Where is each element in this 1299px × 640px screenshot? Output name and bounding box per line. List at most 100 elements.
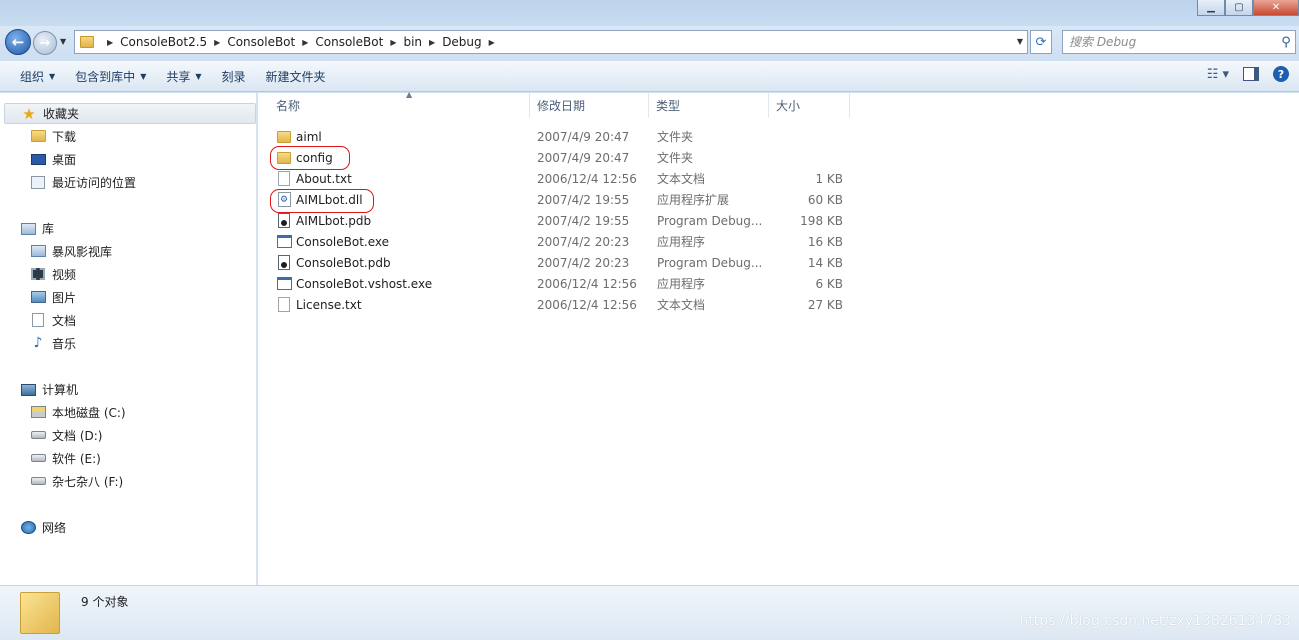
help-icon[interactable]: ? bbox=[1273, 66, 1289, 82]
item-count: 9 个对象 bbox=[81, 595, 129, 609]
arrow-left-icon: ← bbox=[11, 33, 25, 51]
chevron-right-icon[interactable]: ▶ bbox=[107, 38, 113, 47]
network-icon bbox=[20, 521, 36, 534]
folder-icon bbox=[277, 130, 291, 143]
column-header-modified[interactable]: 修改日期 bbox=[531, 93, 649, 118]
video-icon bbox=[31, 268, 45, 280]
chevron-down-icon: ▼ bbox=[140, 71, 147, 81]
nav-item-drive-e[interactable]: 软件 (E:) bbox=[30, 448, 101, 468]
file-type: 应用程序扩展 bbox=[657, 193, 730, 207]
burn-button[interactable]: 刻录 bbox=[212, 68, 256, 85]
table-row[interactable]: About.txt 2006/12/4 12:56 文本文档 1 KB bbox=[258, 168, 1299, 189]
file-type: Program Debug... bbox=[657, 213, 763, 228]
chevron-right-icon[interactable]: ▶ bbox=[429, 38, 435, 47]
breadcrumb-item[interactable]: ConsoleBot bbox=[315, 35, 383, 49]
exe-file-icon bbox=[276, 235, 292, 248]
file-modified: 2007/4/9 20:47 bbox=[537, 129, 630, 144]
include-in-library-menu[interactable]: 包含到库中 ▼ bbox=[65, 68, 156, 85]
document-icon bbox=[32, 313, 44, 327]
search-input[interactable] bbox=[1063, 32, 1277, 52]
file-modified: 2006/12/4 12:56 bbox=[537, 276, 637, 291]
file-type: 应用程序 bbox=[657, 235, 706, 249]
downloads-folder-icon bbox=[30, 130, 46, 142]
column-header-size[interactable]: 大小 bbox=[770, 93, 850, 118]
text-file-icon bbox=[278, 171, 290, 186]
search-icon[interactable]: ⚲ bbox=[1277, 35, 1295, 50]
file-type: 文件夹 bbox=[657, 151, 694, 165]
file-type: 文本文档 bbox=[657, 298, 706, 312]
nav-item-desktop[interactable]: 桌面 bbox=[30, 149, 76, 169]
table-row[interactable]: config 2007/4/9 20:47 文件夹 bbox=[258, 147, 1299, 168]
nav-item-pictures[interactable]: 图片 bbox=[30, 287, 76, 307]
new-folder-button[interactable]: 新建文件夹 bbox=[256, 68, 336, 85]
file-name: ConsoleBot.vshost.exe bbox=[296, 276, 433, 291]
nav-item-drive-d[interactable]: 文档 (D:) bbox=[30, 425, 102, 445]
file-name: AIMLbot.pdb bbox=[296, 213, 372, 228]
minimize-button[interactable]: ▁ bbox=[1197, 0, 1225, 16]
chevron-right-icon[interactable]: ▶ bbox=[214, 38, 220, 47]
table-row[interactable]: License.txt 2006/12/4 12:56 文本文档 27 KB bbox=[258, 294, 1299, 315]
nav-computer[interactable]: 计算机 bbox=[4, 379, 256, 400]
hard-drive-icon bbox=[30, 477, 46, 485]
nav-item-downloads[interactable]: 下载 bbox=[30, 126, 76, 146]
table-row[interactable]: AIMLbot.pdb 2007/4/2 19:55 Program Debug… bbox=[258, 210, 1299, 231]
table-row[interactable]: aiml 2007/4/9 20:47 文件夹 bbox=[258, 126, 1299, 147]
breadcrumb-item[interactable]: ConsoleBot2.5 bbox=[120, 35, 207, 49]
star-icon: ★ bbox=[22, 104, 36, 123]
chevron-right-icon[interactable]: ▶ bbox=[302, 38, 308, 47]
address-dropdown[interactable]: ▼ bbox=[1017, 37, 1023, 46]
nav-item-music[interactable]: ♪ 音乐 bbox=[30, 333, 76, 353]
column-name-label: 名称 bbox=[276, 99, 301, 113]
recent-pages-dropdown[interactable]: ▼ bbox=[60, 37, 66, 46]
nav-item-recent-places[interactable]: 最近访问的位置 bbox=[30, 172, 136, 192]
nav-item-documents[interactable]: 文档 bbox=[30, 310, 76, 330]
folder-icon bbox=[80, 36, 94, 48]
file-name: About.txt bbox=[296, 171, 352, 186]
watermark: https://blog.csdn.net/zxy13826134783 bbox=[1019, 613, 1291, 629]
forward-button[interactable]: → bbox=[33, 31, 57, 55]
pdb-file-icon bbox=[278, 213, 290, 228]
file-name: License.txt bbox=[296, 297, 362, 312]
nav-item-drive-f[interactable]: 杂七杂八 (F:) bbox=[30, 471, 123, 491]
file-type: 应用程序 bbox=[657, 277, 706, 291]
chevron-right-icon[interactable]: ▶ bbox=[489, 38, 495, 47]
column-header-name[interactable]: 名称 ▲ bbox=[270, 90, 530, 118]
nav-favorites[interactable]: ★ 收藏夹 bbox=[4, 103, 256, 124]
nav-item-label: 暴风影视库 bbox=[52, 244, 113, 259]
file-size: 27 KB bbox=[807, 297, 843, 312]
breadcrumb-item[interactable]: Debug bbox=[442, 35, 481, 49]
address-row: ← → ▼ ▶ ConsoleBot2.5 ▶ ConsoleBot ▶ Con… bbox=[0, 26, 1299, 58]
nav-network[interactable]: 网络 bbox=[4, 517, 256, 538]
change-view-icon[interactable]: ☷ ▾ bbox=[1207, 67, 1229, 82]
breadcrumb-item[interactable]: bin bbox=[403, 35, 422, 49]
breadcrumb-item[interactable]: ConsoleBot bbox=[227, 35, 295, 49]
arrow-right-icon: → bbox=[39, 35, 51, 51]
back-button[interactable]: ← bbox=[5, 29, 31, 55]
column-header-type[interactable]: 类型 bbox=[650, 93, 769, 118]
chevron-right-icon[interactable]: ▶ bbox=[390, 38, 396, 47]
table-row[interactable]: ConsoleBot.exe 2007/4/2 20:23 应用程序 16 KB bbox=[258, 231, 1299, 252]
nav-item-label: 音乐 bbox=[52, 336, 77, 351]
preview-pane-icon[interactable] bbox=[1243, 67, 1259, 81]
nav-libraries-label: 库 bbox=[42, 222, 55, 236]
nav-item-videos[interactable]: 视频 bbox=[30, 264, 76, 284]
close-button[interactable]: ✕ bbox=[1253, 0, 1299, 16]
nav-item-label: 桌面 bbox=[52, 152, 77, 167]
nav-libraries[interactable]: 库 bbox=[4, 218, 256, 239]
file-type: 文件夹 bbox=[657, 130, 694, 144]
file-size: 16 KB bbox=[807, 234, 843, 249]
nav-item-storm-library[interactable]: 暴风影视库 bbox=[30, 241, 112, 261]
maximize-button[interactable]: ▢ bbox=[1225, 0, 1253, 16]
nav-item-drive-c[interactable]: 本地磁盘 (C:) bbox=[30, 402, 126, 422]
refresh-button[interactable]: ⟳ bbox=[1030, 30, 1052, 54]
table-row[interactable]: ConsoleBot.vshost.exe 2006/12/4 12:56 应用… bbox=[258, 273, 1299, 294]
search-box[interactable]: ⚲ bbox=[1062, 30, 1296, 54]
nav-item-label: 下载 bbox=[52, 129, 77, 144]
organize-menu[interactable]: 组织 ▼ bbox=[10, 68, 65, 85]
table-row[interactable]: ⚙ AIMLbot.dll 2007/4/2 19:55 应用程序扩展 60 KB bbox=[258, 189, 1299, 210]
table-row[interactable]: ConsoleBot.pdb 2007/4/2 20:23 Program De… bbox=[258, 252, 1299, 273]
share-menu[interactable]: 共享 ▼ bbox=[156, 68, 211, 85]
address-bar[interactable]: ▶ ConsoleBot2.5 ▶ ConsoleBot ▶ ConsoleBo… bbox=[74, 30, 1028, 54]
folder-icon bbox=[20, 592, 60, 634]
hard-drive-icon bbox=[30, 431, 46, 439]
